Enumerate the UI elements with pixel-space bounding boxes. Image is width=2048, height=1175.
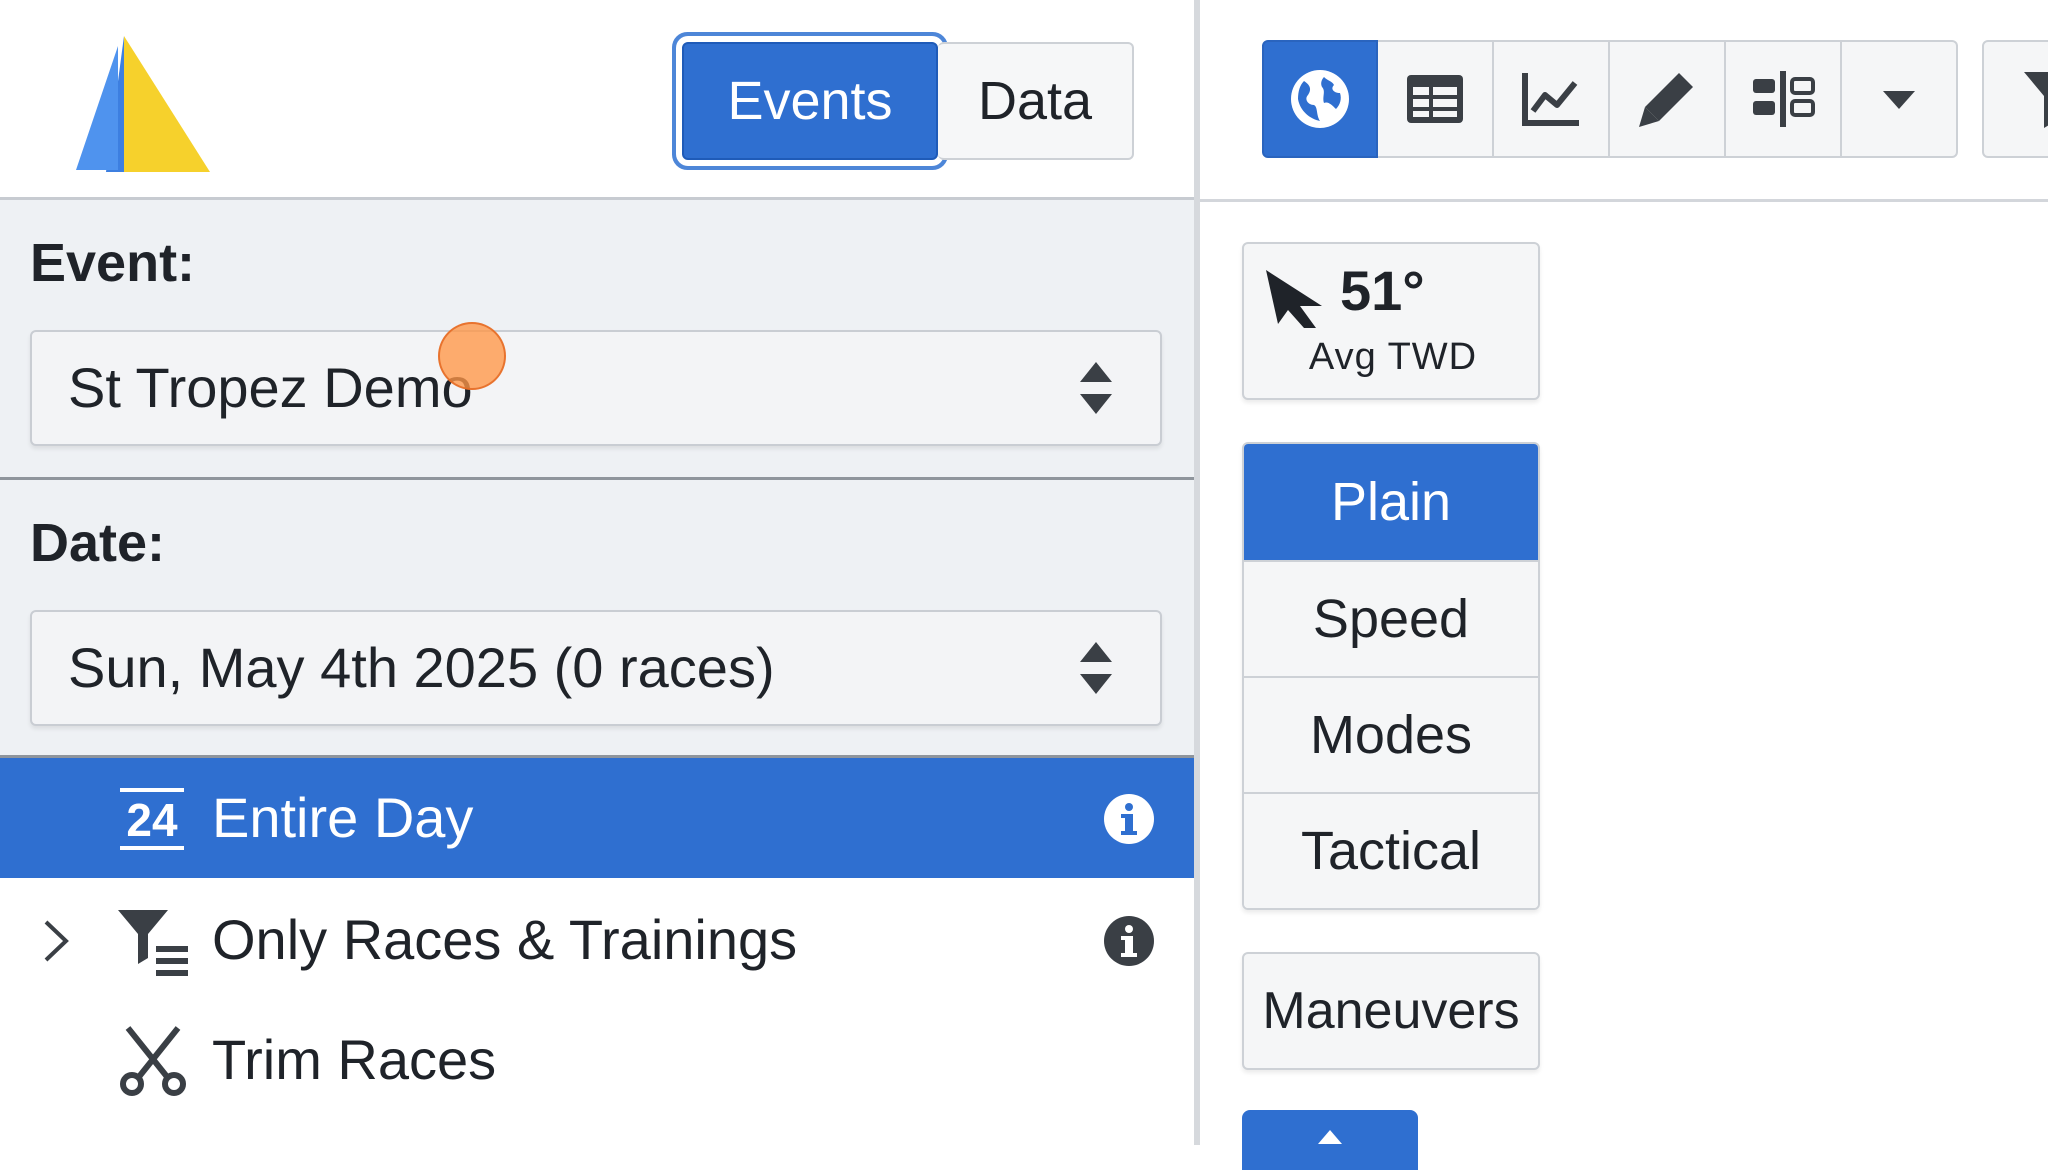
- tree-item-trim-races[interactable]: Trim Races: [0, 1000, 1194, 1120]
- layout-button[interactable]: [1726, 40, 1842, 158]
- wind-direction-arrow-icon: [1266, 270, 1322, 328]
- sail-logo-icon[interactable]: [76, 36, 210, 176]
- pencil-icon: [1639, 73, 1693, 127]
- filter-list-icon: [118, 910, 188, 976]
- line-chart-icon: [1522, 73, 1579, 126]
- caret-down-icon: [1883, 91, 1915, 109]
- mode-speed-button[interactable]: Speed: [1244, 560, 1538, 676]
- chevron-right-icon[interactable]: [40, 918, 72, 964]
- data-tab-button[interactable]: Data: [938, 42, 1134, 160]
- chart-view-button[interactable]: [1494, 40, 1610, 158]
- mode-plain-button[interactable]: Plain: [1244, 444, 1538, 560]
- select-sort-arrows-icon: [1080, 362, 1112, 414]
- columns-icon: [1753, 71, 1815, 127]
- calendar-24-icon: 24: [120, 788, 184, 850]
- table-icon: [1407, 75, 1463, 123]
- tree-item-label: Entire Day: [212, 786, 474, 849]
- info-icon[interactable]: [1104, 916, 1154, 966]
- event-section: Event: St Tropez Demo: [0, 200, 1194, 480]
- left-panel: Events Data Event: St Tropez Demo Date: …: [0, 0, 1194, 1145]
- avg-twd-card[interactable]: 51° Avg TWD: [1242, 242, 1540, 400]
- event-select[interactable]: St Tropez Demo: [30, 330, 1162, 446]
- svg-text:24: 24: [126, 794, 178, 846]
- info-icon[interactable]: [1104, 794, 1154, 844]
- chevron-up-icon: [1318, 1130, 1342, 1144]
- maneuvers-button[interactable]: Maneuvers: [1242, 952, 1540, 1070]
- filter-button[interactable]: [1982, 40, 2048, 158]
- color-mode-group: Plain Speed Modes Tactical: [1242, 442, 1540, 910]
- edit-button[interactable]: [1610, 40, 1726, 158]
- date-select[interactable]: Sun, May 4th 2025 (0 races): [30, 610, 1162, 726]
- mode-tactical-button[interactable]: Tactical: [1244, 792, 1538, 908]
- cursor-indicator: [438, 322, 506, 390]
- view-toolbar-header: [1200, 0, 2048, 202]
- tree-item-label: Trim Races: [212, 1028, 497, 1091]
- mode-modes-button[interactable]: Modes: [1244, 676, 1538, 792]
- event-select-value: St Tropez Demo: [68, 356, 473, 419]
- scissors-icon: [120, 1026, 186, 1096]
- date-label: Date:: [30, 513, 166, 573]
- tree-item-races-trainings[interactable]: Only Races & Trainings: [0, 880, 1194, 1000]
- event-label: Event:: [30, 233, 196, 293]
- table-view-button[interactable]: [1378, 40, 1494, 158]
- map-view-button[interactable]: [1262, 40, 1378, 158]
- right-panel: 51° Avg TWD Plain Speed Modes Tactical M…: [1200, 0, 2048, 1170]
- globe-icon: [1291, 70, 1349, 128]
- date-section: Date: Sun, May 4th 2025 (0 races): [0, 480, 1194, 758]
- filter-icon: [2024, 72, 2048, 128]
- events-tab-button[interactable]: Events: [682, 42, 938, 160]
- collapse-button[interactable]: [1242, 1110, 1418, 1170]
- select-sort-arrows-icon: [1080, 642, 1112, 694]
- more-views-button[interactable]: [1842, 40, 1958, 158]
- tree-item-entire-day[interactable]: 24 Entire Day: [0, 758, 1194, 878]
- avg-twd-value: 51°: [1340, 259, 1425, 322]
- left-header: Events Data: [0, 0, 1194, 200]
- tree-item-label: Only Races & Trainings: [212, 908, 798, 971]
- date-select-value: Sun, May 4th 2025 (0 races): [68, 636, 775, 699]
- avg-twd-label: Avg TWD: [1308, 336, 1478, 378]
- view-toolbar: [1262, 40, 1958, 158]
